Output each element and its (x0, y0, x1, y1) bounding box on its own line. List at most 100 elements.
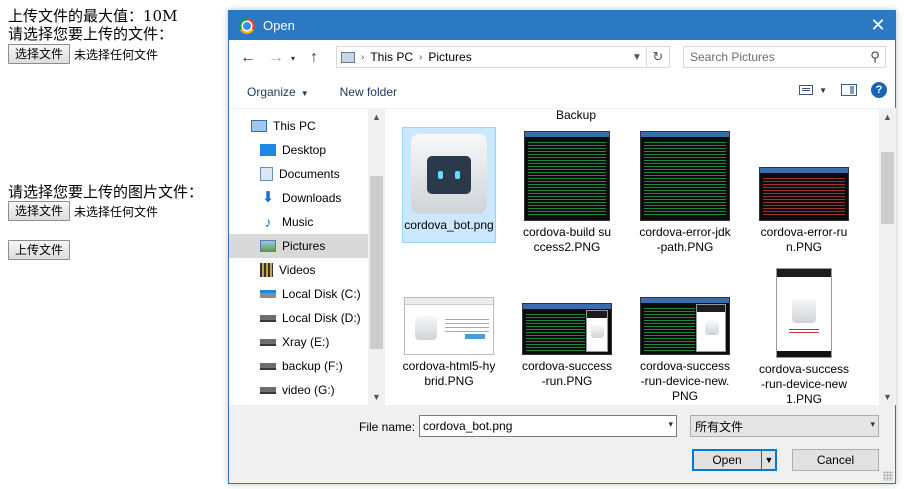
file-item-cordova-error-run[interactable]: cordova-error-run.PNG (757, 127, 851, 255)
file-item-cordova-build-success2[interactable]: cordova-build success2.PNG (520, 127, 614, 255)
view-options-icon (799, 85, 814, 95)
scroll-down-arrow-icon[interactable]: ▼ (368, 388, 385, 405)
recent-locations-chevron-icon[interactable]: ▾ (287, 47, 299, 69)
drive-icon (260, 290, 276, 298)
sidebar-item-backup-f[interactable]: backup (F:) (229, 354, 368, 378)
sidebar-item-xray-e[interactable]: Xray (E:) (229, 330, 368, 354)
address-bar[interactable]: › This PC › Pictures ▼ ↻ (336, 46, 670, 68)
bot-eye (438, 171, 443, 179)
pictures-icon (260, 240, 276, 252)
choose-image-button[interactable]: 选择文件 (8, 201, 71, 221)
terminal-thumbnail (524, 131, 610, 221)
sidebar-item-label: Pictures (282, 239, 326, 253)
open-button[interactable]: Open ▼ (692, 449, 777, 471)
help-icon[interactable]: ? (871, 82, 887, 98)
sidebar-item-this-pc[interactable]: This PC (251, 114, 368, 138)
dialog-titlebar[interactable]: Open ✕ (229, 11, 895, 40)
choose-file-prompt: 请选择您要上传的文件： (8, 25, 174, 43)
no-file-chosen-text: 未选择任何文件 (74, 47, 159, 62)
file-item-label: cordova-error-jdk-path.PNG (639, 225, 731, 254)
open-options-chevron-icon[interactable]: ▼ (761, 450, 776, 470)
navigation-pane: This PC Desktop Documents ⬇ Downloads ♪ … (229, 108, 385, 405)
preview-pane-icon[interactable] (841, 84, 857, 96)
choose-file-button[interactable]: 选择文件 (8, 44, 71, 64)
sidebar-item-downloads[interactable]: ⬇ Downloads (229, 186, 368, 210)
bot-face (427, 156, 471, 194)
back-arrow-icon[interactable]: ← (237, 47, 259, 69)
partial-folder-label[interactable]: Backup (531, 108, 621, 123)
file-name-dropdown-icon[interactable]: ▾ (668, 419, 673, 430)
documents-icon (260, 167, 273, 181)
cancel-button[interactable]: Cancel (792, 449, 879, 471)
file-type-chevron-icon: ▾ (870, 419, 875, 429)
scrollbar-thumb[interactable] (370, 176, 383, 349)
upload-button[interactable]: 上传文件 (8, 240, 71, 260)
computer-icon (251, 120, 267, 132)
sidebar-item-label: Local Disk (C:) (282, 287, 361, 301)
address-dropdown-icon[interactable]: ▼ (629, 47, 645, 67)
scroll-up-arrow-icon[interactable]: ▲ (879, 108, 896, 125)
sidebar-item-local-disk-d[interactable]: Local Disk (D:) (229, 306, 368, 330)
choose-image-prompt: 请选择您要上传的图片文件： (8, 183, 204, 201)
file-type-select[interactable]: 所有文件 ▾ (690, 415, 879, 437)
file-item-label: cordova-error-run.PNG (760, 225, 848, 254)
file-list-scrollbar[interactable]: ▲ ▼ (879, 108, 896, 405)
sidebar-item-label: Downloads (282, 191, 342, 205)
file-item-label: cordova-success-run-device-new.PNG (639, 359, 731, 403)
sidebar-item-label: backup (F:) (282, 359, 343, 373)
breadcrumb-pictures[interactable]: Pictures (428, 50, 471, 64)
sidebar-item-label: Videos (279, 263, 316, 277)
file-item-cordova-success-run-device-new1[interactable]: cordova-success-run-device-new1.PNG (757, 264, 851, 405)
sidebar-item-label: Music (282, 215, 314, 229)
breadcrumb-this-pc[interactable]: This PC (370, 50, 413, 64)
file-item-cordova-success-run-device-new[interactable]: cordova-success-run-device-new.PNG (638, 264, 732, 404)
new-folder-button[interactable]: New folder (340, 85, 397, 99)
file-item-cordova-html5-hybrid[interactable]: cordova-html5-hybrid.PNG (402, 264, 496, 389)
sidebar-item-video-g[interactable]: video (G:) (229, 378, 368, 402)
file-item-cordova-success-run[interactable]: cordova-success-run.PNG (520, 264, 614, 389)
file-item-cordova-bot[interactable]: cordova_bot.png (402, 127, 496, 243)
music-icon: ♪ (264, 214, 272, 230)
up-arrow-icon[interactable]: ↑ (303, 47, 325, 69)
scrollbar-thumb[interactable] (881, 152, 894, 224)
dialog-title: Open (263, 18, 295, 33)
upload-row: 上传文件 (8, 240, 71, 260)
file-item-cordova-error-jdk-path[interactable]: cordova-error-jdk-path.PNG (638, 127, 732, 255)
videos-icon (260, 263, 273, 277)
sidebar-item-music[interactable]: ♪ Music (229, 210, 368, 234)
file-type-value: 所有文件 (695, 419, 744, 434)
sidebar-item-documents[interactable]: Documents (229, 162, 368, 186)
file-list: Backup cordova_bot.png cordova-build suc… (391, 108, 881, 405)
drive-icon (260, 338, 276, 346)
file-item-label: cordova_bot.png (404, 218, 494, 232)
file-name-field[interactable]: cordova_bot.png ▾ (419, 415, 677, 437)
breadcrumb-separator: › (419, 51, 423, 63)
search-box[interactable]: Search Pictures ⚲ (683, 46, 886, 68)
close-icon[interactable]: ✕ (861, 11, 895, 40)
resize-grip-icon[interactable] (883, 471, 893, 481)
sidebar-item-label: Desktop (282, 143, 327, 157)
downloads-icon: ⬇ (261, 189, 275, 206)
terminal-thumbnail (640, 297, 730, 355)
sidebar-item-desktop[interactable]: Desktop (229, 138, 368, 162)
search-input[interactable]: Search Pictures (690, 50, 865, 64)
sidebar-item-local-disk-c[interactable]: Local Disk (C:) (229, 282, 368, 306)
change-view-button[interactable]: ▼ (799, 85, 827, 95)
organize-button[interactable]: Organize ▼ (247, 85, 309, 99)
file-name-value[interactable]: cordova_bot.png (423, 419, 512, 433)
navigation-pane-scrollbar[interactable]: ▲ ▼ (368, 108, 385, 405)
scroll-down-arrow-icon[interactable]: ▼ (879, 388, 896, 405)
scroll-up-arrow-icon[interactable]: ▲ (368, 108, 385, 125)
file-input-row: 选择文件 未选择任何文件 (8, 44, 158, 64)
no-image-chosen-text: 未选择任何文件 (74, 204, 159, 219)
phone-screenshot-thumbnail (776, 268, 832, 358)
bot-eye (455, 171, 460, 179)
terminal-thumbnail (759, 167, 849, 221)
sidebar-item-videos[interactable]: Videos (229, 258, 368, 282)
file-item-label: cordova-build success2.PNG (522, 225, 612, 254)
dialog-footer: File name: cordova_bot.png ▾ 所有文件 ▾ Open… (229, 405, 895, 483)
forward-arrow-icon[interactable]: → (265, 47, 287, 69)
refresh-icon[interactable]: ↻ (646, 47, 669, 67)
search-icon[interactable]: ⚲ (865, 47, 885, 67)
sidebar-item-pictures[interactable]: Pictures (229, 234, 368, 258)
